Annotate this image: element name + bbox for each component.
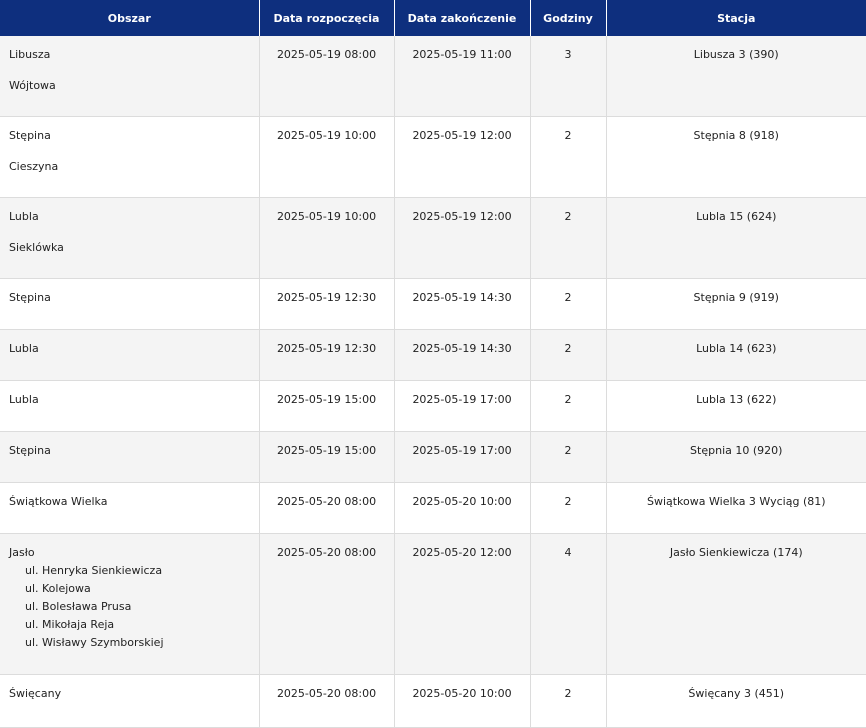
area-name: Lubla xyxy=(9,342,39,355)
area-cell: Stępina Cieszyna xyxy=(0,116,260,198)
outage-schedule-table: Obszar Data rozpoczęcia Data zakończenie… xyxy=(0,0,866,728)
end-date-cell: 2025-05-19 12:00 xyxy=(394,116,531,198)
start-date-cell: 2025-05-19 10:00 xyxy=(259,197,395,279)
start-date-cell: 2025-05-19 10:00 xyxy=(259,116,395,198)
street-name: ul. Bolesława Prusa xyxy=(25,600,132,613)
hours-cell: 4 xyxy=(530,533,607,675)
start-date-cell: 2025-05-19 12:30 xyxy=(259,329,395,381)
area-name: Lubla xyxy=(9,393,39,406)
start-date-cell: 2025-05-19 15:00 xyxy=(259,380,395,432)
header-station[interactable]: Stacja xyxy=(606,0,866,36)
header-end-date[interactable]: Data zakończenie xyxy=(394,0,531,36)
start-date-cell: 2025-05-20 08:00 xyxy=(259,482,395,534)
street-name: ul. Mikołaja Reja xyxy=(25,618,115,631)
area-name: Wójtowa xyxy=(9,79,56,92)
station-cell: Świątkowa Wielka 3 Wyciąg (81) xyxy=(606,482,866,534)
end-date-cell: 2025-05-20 12:00 xyxy=(394,533,531,675)
header-start-date[interactable]: Data rozpoczęcia xyxy=(259,0,395,36)
start-date-cell: 2025-05-19 08:00 xyxy=(259,36,395,117)
area-cell: Lubla xyxy=(0,380,260,432)
station-cell: Lubla 13 (622) xyxy=(606,380,866,432)
area-name: Święcany xyxy=(9,687,62,700)
end-date-cell: 2025-05-19 14:30 xyxy=(394,278,531,330)
area-cell: Świątkowa Wielka xyxy=(0,482,260,534)
table-row: Libusza Wójtowa 2025-05-19 08:00 2025-05… xyxy=(0,36,866,117)
area-name: Stępina xyxy=(9,129,51,142)
station-cell: Stępnia 10 (920) xyxy=(606,431,866,483)
table-row: Stępina 2025-05-19 15:00 2025-05-19 17:0… xyxy=(0,431,866,483)
header-area[interactable]: Obszar xyxy=(0,0,260,36)
table-row: Jasło ul. Henryka Sienkiewicza ul. Kolej… xyxy=(0,533,866,675)
end-date-cell: 2025-05-19 17:00 xyxy=(394,380,531,432)
table-row: Lubla 2025-05-19 15:00 2025-05-19 17:00 … xyxy=(0,380,866,432)
end-date-cell: 2025-05-19 12:00 xyxy=(394,197,531,279)
area-name: Świątkowa Wielka xyxy=(9,495,108,508)
hours-cell: 2 xyxy=(530,278,607,330)
street-name: ul. Wisławy Szymborskiej xyxy=(25,636,164,649)
area-name: Stępina xyxy=(9,291,51,304)
area-cell: Libusza Wójtowa xyxy=(0,36,260,117)
table-header: Obszar Data rozpoczęcia Data zakończenie… xyxy=(0,0,866,36)
area-cell: Jasło ul. Henryka Sienkiewicza ul. Kolej… xyxy=(0,533,260,675)
area-cell: Stępina xyxy=(0,278,260,330)
hours-cell: 2 xyxy=(530,431,607,483)
area-name: Lubla xyxy=(9,210,39,223)
hours-cell: 2 xyxy=(530,197,607,279)
area-name: Cieszyna xyxy=(9,160,59,173)
hours-cell: 2 xyxy=(530,380,607,432)
end-date-cell: 2025-05-20 10:00 xyxy=(394,482,531,534)
start-date-cell: 2025-05-19 12:30 xyxy=(259,278,395,330)
station-cell: Jasło Sienkiewicza (174) xyxy=(606,533,866,675)
hours-cell: 3 xyxy=(530,36,607,117)
table-row: Stępina Cieszyna 2025-05-19 10:00 2025-0… xyxy=(0,116,866,198)
end-date-cell: 2025-05-19 11:00 xyxy=(394,36,531,117)
area-cell: Stępina xyxy=(0,431,260,483)
hours-cell: 2 xyxy=(530,116,607,198)
street-name: ul. Henryka Sienkiewicza xyxy=(25,564,163,577)
station-cell: Stępnia 9 (919) xyxy=(606,278,866,330)
table-row: Lubla Sieklówka 2025-05-19 10:00 2025-05… xyxy=(0,197,866,279)
area-name: Libusza xyxy=(9,48,51,61)
station-cell: Libusza 3 (390) xyxy=(606,36,866,117)
start-date-cell: 2025-05-20 08:00 xyxy=(259,533,395,675)
hours-cell: 2 xyxy=(530,329,607,381)
header-hours[interactable]: Godziny xyxy=(530,0,607,36)
station-cell: Lubla 15 (624) xyxy=(606,197,866,279)
area-cell: Lubla xyxy=(0,329,260,381)
area-name: Sieklówka xyxy=(9,241,64,254)
end-date-cell: 2025-05-19 17:00 xyxy=(394,431,531,483)
station-cell: Stępnia 8 (918) xyxy=(606,116,866,198)
street-name: ul. Kolejowa xyxy=(25,582,91,595)
table-body: Libusza Wójtowa 2025-05-19 08:00 2025-05… xyxy=(0,36,866,728)
station-cell: Lubla 14 (623) xyxy=(606,329,866,381)
start-date-cell: 2025-05-19 15:00 xyxy=(259,431,395,483)
hours-cell: 2 xyxy=(530,482,607,534)
area-cell: Lubla Sieklówka xyxy=(0,197,260,279)
table-row: Stępina 2025-05-19 12:30 2025-05-19 14:3… xyxy=(0,278,866,330)
end-date-cell: 2025-05-19 14:30 xyxy=(394,329,531,381)
area-name: Jasło xyxy=(9,546,35,559)
table-row: Świątkowa Wielka 2025-05-20 08:00 2025-0… xyxy=(0,482,866,534)
table-row: Lubla 2025-05-19 12:30 2025-05-19 14:30 … xyxy=(0,329,866,381)
area-name: Stępina xyxy=(9,444,51,457)
